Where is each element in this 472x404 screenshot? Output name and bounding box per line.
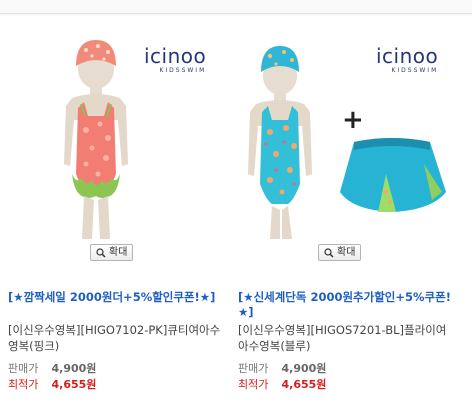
plus-icon: + <box>342 105 364 135</box>
price-label: 판매가 <box>238 362 269 375</box>
best-price-row-1: 최적가 4,655원 <box>8 378 96 392</box>
product-image-1[interactable]: icinoo KIDSSWIM <box>6 24 226 244</box>
brand-sub: KIDSSWIM <box>391 67 439 74</box>
best-price-label: 최적가 <box>238 378 269 391</box>
brand-logo-1: icinoo KIDSSWIM <box>144 46 206 74</box>
product-image-2[interactable]: + icinoo KIDSSWIM <box>236 24 456 244</box>
zoom-label: 확대 <box>337 247 356 258</box>
product-card-1: icinoo KIDSSWIM 확대 [★깜짝세일 2000원더+5%할인쿠폰!… <box>6 24 226 404</box>
price-value: 4,900원 <box>51 362 97 375</box>
price-row-1: 판매가 4,900원 <box>8 362 96 376</box>
best-price-label: 최적가 <box>8 378 39 391</box>
magnifier-icon <box>324 247 334 257</box>
price-value: 4,900원 <box>281 362 327 375</box>
promo-text-2[interactable]: [★신세계단독 2000원추가할인+5%쿠폰!★] <box>238 290 456 320</box>
magnifier-icon <box>96 247 106 257</box>
price-label: 판매가 <box>8 362 39 375</box>
best-price-row-2: 최적가 4,655원 <box>238 378 326 392</box>
product-title-1[interactable]: [이신우수영복][HIGO7102-PK]큐티여아수영복(핑크) <box>8 322 226 354</box>
zoom-label: 확대 <box>109 247 128 258</box>
zoom-button-1[interactable]: 확대 <box>90 244 134 261</box>
product-title-2[interactable]: [이신우수영복][HIGOS7201-BL]플라이여아수영복(블루) <box>238 322 456 354</box>
product-card-2: + icinoo KIDSSWIM 확대 [★신세계단독 2000원추가할인+5… <box>236 24 456 404</box>
brand-name: icinoo <box>376 44 439 68</box>
promo-text-1[interactable]: [★깜짝세일 2000원더+5%할인쿠폰!★] <box>8 290 226 305</box>
best-price-value: 4,655원 <box>51 378 97 391</box>
brand-logo-2: icinoo KIDSSWIM <box>376 46 438 74</box>
brand-sub: KIDSSWIM <box>159 67 207 74</box>
zoom-button-2[interactable]: 확대 <box>318 244 362 261</box>
best-price-value: 4,655원 <box>281 378 327 391</box>
price-row-2: 판매가 4,900원 <box>238 362 326 376</box>
brand-name: icinoo <box>144 44 207 68</box>
top-divider <box>0 0 472 16</box>
